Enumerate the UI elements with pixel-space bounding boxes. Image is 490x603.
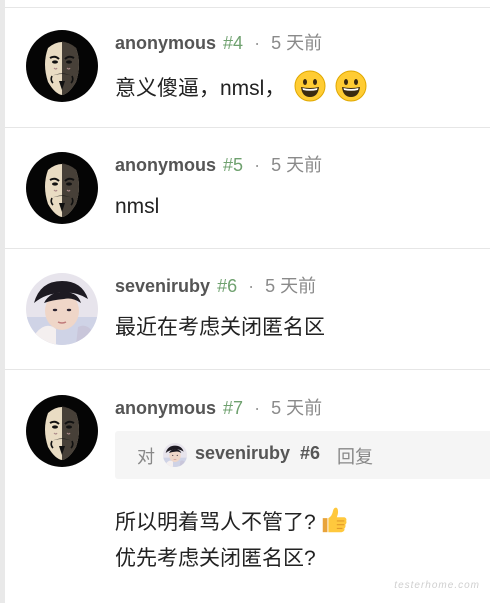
author-name-link[interactable]: anonymous — [115, 398, 216, 418]
site-watermark: testerhome.com — [394, 580, 480, 591]
quoted-user-avatar[interactable] — [163, 443, 187, 467]
guy-fawkes-mask-icon — [26, 30, 98, 102]
floor-link[interactable]: #6 — [217, 276, 237, 296]
reply-item-5: anonymous #5 · 5 天前 nmsl — [5, 127, 490, 249]
reply-text-line-1: 所以明着骂人不管了? — [115, 504, 349, 541]
reply-meta: anonymous #7 · 5 天前 — [115, 396, 322, 420]
thumbs-up-emoji-icon — [319, 504, 349, 536]
reply-meta: seveniruby #6 · 5 天前 — [115, 274, 316, 298]
floor-link[interactable]: #7 — [223, 398, 243, 418]
comment-list: anonymous #4 · 5 天前 意义傻逼，nmsl， anonymous… — [5, 0, 490, 603]
reply-body: 意义傻逼，nmsl， — [115, 70, 367, 104]
author-name-link[interactable]: anonymous — [115, 33, 216, 53]
reply-meta: anonymous #5 · 5 天前 — [115, 153, 322, 177]
user-photo-icon — [163, 443, 187, 467]
reply-time: 5 天前 — [271, 155, 323, 175]
reply-to-prefix: 对 — [137, 447, 155, 467]
reply-label: 回复 — [337, 447, 373, 467]
author-name-link[interactable]: seveniruby — [115, 276, 210, 296]
reply-item-7: anonymous #7 · 5 天前 所以明着骂人不管了? 优先考虑关闭匿名区… — [5, 369, 490, 603]
user-photo-icon — [26, 273, 98, 345]
quoted-floor-link[interactable]: #6 — [300, 443, 320, 464]
floor-link[interactable]: #4 — [223, 33, 243, 53]
meta-separator: · — [248, 276, 255, 296]
floor-link[interactable]: #5 — [223, 155, 243, 175]
meta-separator: · — [254, 155, 261, 175]
reply-body: 所以明着骂人不管了? 优先考虑关闭匿名区? — [115, 504, 349, 577]
reply-to-quote[interactable]: 对 seveniruby #6 回复 — [115, 431, 490, 479]
reply-text: 最近在考虑关闭匿名区 — [115, 316, 325, 339]
author-name-link[interactable]: anonymous — [115, 155, 216, 175]
reply-text-line-2: 优先考虑关闭匿名区? — [115, 547, 316, 570]
reply-time: 5 天前 — [265, 276, 317, 296]
user-avatar[interactable] — [26, 30, 98, 102]
reply-body: 最近在考虑关闭匿名区 — [115, 313, 325, 343]
quoted-author-link[interactable]: seveniruby — [195, 443, 290, 464]
reply-text: nmsl — [115, 195, 160, 218]
meta-separator: · — [254, 398, 261, 418]
guy-fawkes-mask-icon — [26, 395, 98, 467]
meta-separator: · — [254, 33, 261, 53]
user-avatar[interactable] — [26, 395, 98, 467]
guy-fawkes-mask-icon — [26, 152, 98, 224]
user-avatar[interactable] — [26, 152, 98, 224]
grinning-face-emoji-icon — [294, 70, 326, 102]
reply-meta: anonymous #4 · 5 天前 — [115, 31, 322, 55]
reply-body: nmsl — [115, 192, 159, 222]
reply-time: 5 天前 — [271, 33, 323, 53]
reply-item-4: anonymous #4 · 5 天前 意义傻逼，nmsl， — [5, 7, 490, 128]
reply-text: 所以明着骂人不管了? — [115, 511, 316, 534]
reply-time: 5 天前 — [271, 398, 323, 418]
reply-text: 意义傻逼，nmsl， — [115, 77, 286, 100]
user-avatar[interactable] — [26, 273, 98, 345]
reply-item-6: seveniruby #6 · 5 天前 最近在考虑关闭匿名区 — [5, 248, 490, 370]
grinning-face-emoji-icon — [335, 70, 367, 102]
